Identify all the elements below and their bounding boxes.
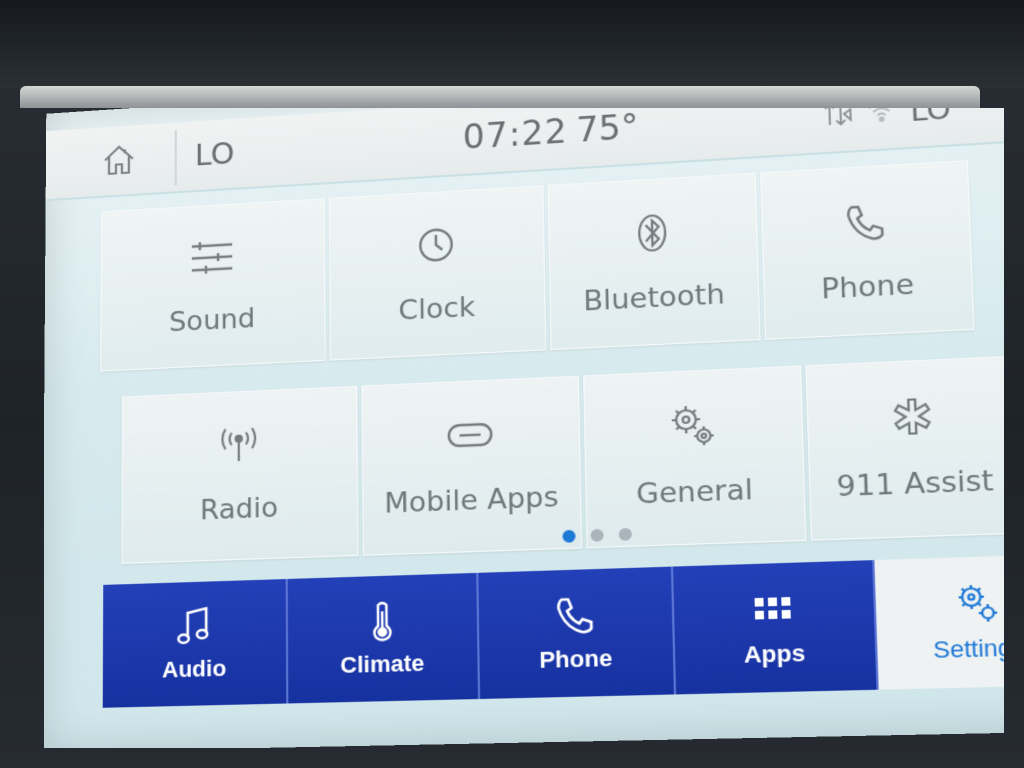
- bottom-nav: Audio Climate Phone Apps Settings: [102, 553, 1004, 708]
- home-icon: [101, 142, 137, 181]
- link-icon: [444, 411, 495, 458]
- outside-temp: 75°: [575, 108, 639, 150]
- tile-mobile-apps[interactable]: Mobile Apps: [361, 375, 583, 556]
- dashboard-vent-trim: [0, 0, 1024, 88]
- nav-phone[interactable]: Phone: [478, 566, 677, 699]
- phone-icon: [553, 592, 597, 638]
- nav-apps[interactable]: Apps: [673, 560, 879, 695]
- thermometer-icon: [361, 598, 404, 643]
- page-indicator: [562, 527, 633, 543]
- gears-icon: [666, 402, 720, 450]
- home-button[interactable]: [91, 136, 147, 186]
- tile-label: Radio: [200, 492, 279, 527]
- infotainment-screen: LO 07:22 75° LO Sound Clock Bluetooth Ph…: [44, 108, 1004, 748]
- nav-audio[interactable]: Audio: [102, 578, 289, 708]
- tile-label: Mobile Apps: [384, 481, 559, 520]
- status-icons: LO: [821, 108, 952, 134]
- tile-sound[interactable]: Sound: [100, 198, 326, 372]
- nav-label: Climate: [340, 649, 425, 679]
- tile-label: 911 Assist: [836, 464, 995, 504]
- tile-phone[interactable]: Phone: [760, 160, 975, 340]
- nav-label: Phone: [538, 644, 613, 674]
- screen-wrap: LO 07:22 75° LO Sound Clock Bluetooth Ph…: [44, 108, 1004, 748]
- tile-label: Clock: [398, 291, 476, 327]
- nav-label: Settings: [932, 633, 1004, 664]
- grid-icon: [750, 586, 796, 632]
- bluetooth-icon: [626, 209, 679, 257]
- nav-settings[interactable]: Settings: [873, 553, 1004, 690]
- tile-label: General: [635, 473, 754, 511]
- tile-label: Bluetooth: [582, 278, 726, 318]
- tile-911-assist[interactable]: 911 Assist: [805, 355, 1004, 541]
- status-divider: [174, 130, 177, 186]
- clock-icon: [411, 221, 462, 268]
- driver-temp-setting[interactable]: LO: [195, 137, 235, 174]
- antenna-icon: [214, 421, 263, 468]
- data-signal-icon: [821, 108, 853, 134]
- time-display: 07:22: [462, 111, 569, 157]
- phone-icon: [838, 197, 893, 246]
- tile-clock[interactable]: Clock: [328, 185, 547, 361]
- nav-climate[interactable]: Climate: [288, 572, 480, 704]
- nav-label: Audio: [162, 655, 227, 683]
- asterisk-icon: [885, 392, 941, 441]
- passenger-temp-setting[interactable]: LO: [910, 108, 952, 128]
- tile-label: Sound: [169, 302, 256, 339]
- nav-label: Apps: [743, 639, 806, 669]
- page-dot-1[interactable]: [562, 529, 576, 543]
- gears-icon: [953, 580, 1001, 627]
- music-note-icon: [174, 604, 215, 648]
- screen-bezel-lip: [20, 86, 980, 108]
- page-dot-2[interactable]: [590, 528, 604, 542]
- tile-radio[interactable]: Radio: [121, 385, 359, 564]
- tile-general[interactable]: General: [583, 365, 807, 549]
- tile-bluetooth[interactable]: Bluetooth: [547, 172, 761, 351]
- tile-label: Phone: [820, 268, 915, 306]
- wifi-icon: [865, 108, 897, 131]
- sliders-icon: [188, 234, 237, 280]
- page-dot-3[interactable]: [618, 527, 633, 541]
